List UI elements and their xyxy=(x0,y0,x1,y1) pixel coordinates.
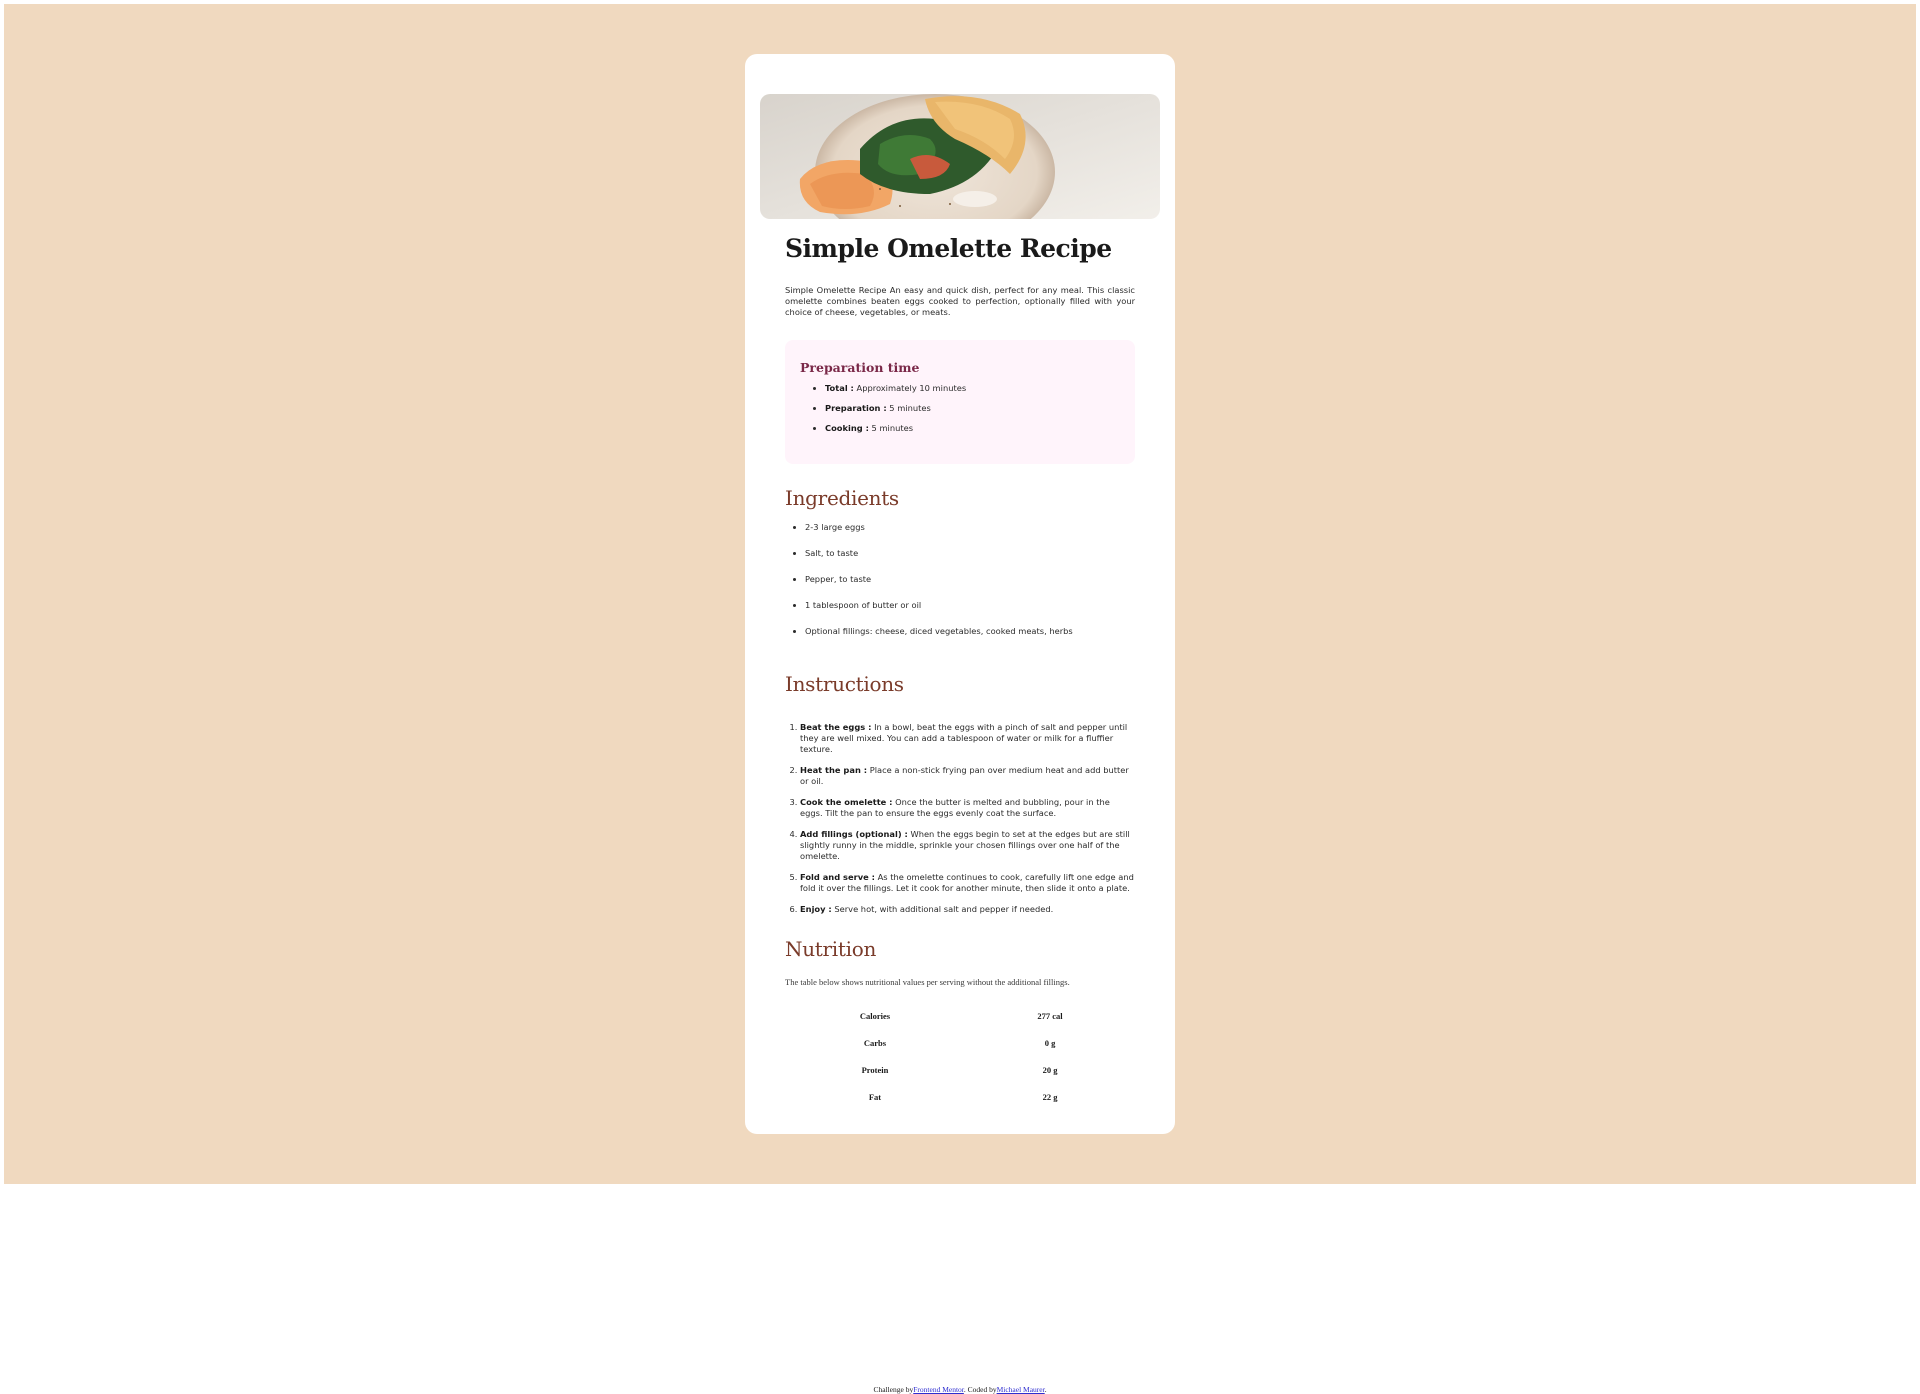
instruction-step: Cook the omelette : Once the butter is m… xyxy=(800,797,1135,819)
instructions-section: Instructions Beat the eggs : In a bowl, … xyxy=(785,672,1135,915)
nutrition-value: 20 g xyxy=(1042,1065,1058,1075)
instruction-step: Add fillings (optional) : When the eggs … xyxy=(800,829,1135,862)
nutrition-label: Carbs xyxy=(863,1038,887,1048)
nutrition-value: 0 g xyxy=(1044,1038,1056,1048)
step-label: Fold and serve : xyxy=(800,872,875,882)
instruction-step: Heat the pan : Place a non-stick frying … xyxy=(800,765,1135,787)
prep-label: Total : xyxy=(825,383,854,393)
prep-label: Preparation : xyxy=(825,403,887,413)
table-row: Fat 22 g xyxy=(785,1092,1135,1119)
table-row: Calories 277 cal xyxy=(785,1011,1135,1038)
prep-label: Cooking : xyxy=(825,423,869,433)
prep-value: 5 minutes xyxy=(889,403,931,413)
recipe-card: Simple Omelette Recipe Simple Omelette R… xyxy=(745,54,1175,1134)
ingredients-section: Ingredients 2-3 large eggs Salt, to tast… xyxy=(785,486,1135,636)
preparation-title: Preparation time xyxy=(800,360,920,375)
nutrition-label: Protein xyxy=(861,1065,889,1075)
recipe-intro: Simple Omelette Recipe An easy and quick… xyxy=(785,285,1135,317)
ingredient-item: Salt, to taste xyxy=(805,548,1135,558)
step-label: Heat the pan : xyxy=(800,765,868,775)
prep-value: 5 minutes xyxy=(871,423,914,433)
prep-item-preparation: Preparation : 5 minutes xyxy=(825,403,1120,413)
ingredients-title: Ingredients xyxy=(785,486,899,510)
nutrition-label: Fat xyxy=(868,1092,882,1102)
nutrition-title: Nutrition xyxy=(785,937,877,961)
nutrition-value: 22 g xyxy=(1042,1092,1058,1102)
step-label: Enjoy : xyxy=(800,904,832,914)
nutrition-section: Nutrition The table below shows nutritio… xyxy=(785,937,1135,1119)
recipe-title: Simple Omelette Recipe xyxy=(785,234,1112,263)
step-label: Cook the omelette : xyxy=(800,797,893,807)
ingredient-item: Optional fillings: cheese, diced vegetab… xyxy=(805,626,1135,636)
preparation-list: Total : Approximately 10 minutes Prepara… xyxy=(800,383,1120,433)
ingredient-item: 1 tablespoon of butter or oil xyxy=(805,600,1135,610)
table-row: Protein 20 g xyxy=(785,1065,1135,1092)
prep-value: Approximately 10 minutes xyxy=(856,383,967,393)
recipe-content: Simple Omelette Recipe Simple Omelette R… xyxy=(785,234,1135,1119)
omelette-image xyxy=(760,94,1160,219)
ingredients-list: 2-3 large eggs Salt, to taste Pepper, to… xyxy=(785,522,1135,636)
ingredient-item: Pepper, to taste xyxy=(805,574,1135,584)
ingredient-item: 2-3 large eggs xyxy=(805,522,1135,532)
nutrition-value: 277 cal xyxy=(1037,1011,1063,1021)
nutrition-label: Calories xyxy=(859,1011,891,1021)
step-text: Serve hot, with additional salt and pepp… xyxy=(834,904,1054,914)
instruction-step: Beat the eggs : In a bowl, beat the eggs… xyxy=(800,722,1135,755)
instruction-step: Fold and serve : As the omelette continu… xyxy=(800,872,1135,894)
prep-item-cooking: Cooking : 5 minutes xyxy=(825,423,1120,433)
step-label: Beat the eggs : xyxy=(800,722,872,732)
table-row: Carbs 0 g xyxy=(785,1038,1135,1065)
preparation-box: Preparation time Total : Approximately 1… xyxy=(785,340,1135,464)
instruction-step: Enjoy : Serve hot, with additional salt … xyxy=(800,904,1135,915)
step-label: Add fillings (optional) : xyxy=(800,829,908,839)
prep-item-total: Total : Approximately 10 minutes xyxy=(825,383,1120,393)
instructions-list: Beat the eggs : In a bowl, beat the eggs… xyxy=(785,722,1135,915)
nutrition-description: The table below shows nutritional values… xyxy=(785,977,1070,987)
instructions-title: Instructions xyxy=(785,672,904,696)
nutrition-table: Calories 277 cal Carbs 0 g Protein 20 g … xyxy=(785,1011,1135,1119)
